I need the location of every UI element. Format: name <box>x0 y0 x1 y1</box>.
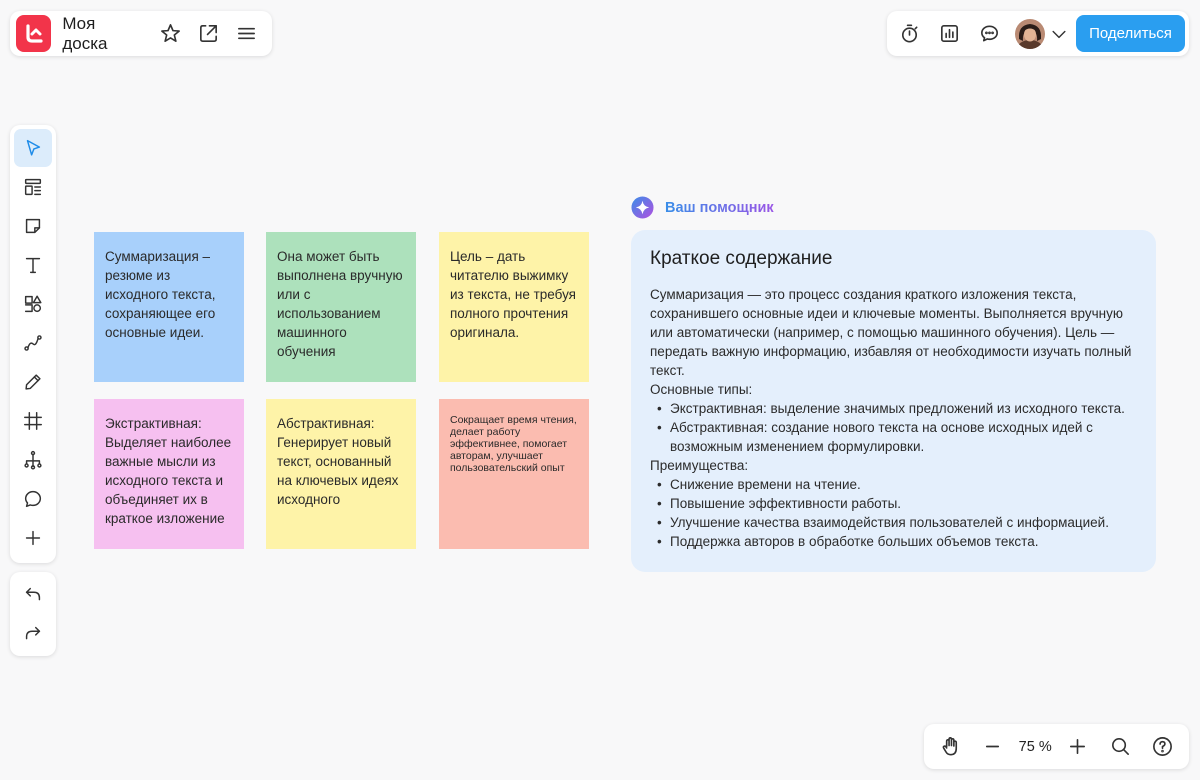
logo-icon[interactable] <box>16 15 52 52</box>
left-toolbar <box>10 125 56 563</box>
list-item: Поддержка авторов в обработке больших об… <box>650 532 1137 551</box>
types-heading: Основные типы: <box>650 382 753 397</box>
sticky-note[interactable]: Экстрактивная: Выделяет наиболее важные … <box>94 399 244 549</box>
star-icon[interactable] <box>151 14 189 54</box>
undo-icon[interactable] <box>14 576 52 614</box>
sticky-note[interactable]: Цель – дать читателю выжимку из текста, … <box>439 232 589 382</box>
pen-icon[interactable] <box>14 363 52 401</box>
frame-icon[interactable] <box>14 402 52 440</box>
list-item: Экстрактивная: выделение значимых предло… <box>650 399 1137 418</box>
chevron-down-icon[interactable] <box>1045 14 1073 54</box>
mindmap-icon[interactable] <box>14 441 52 479</box>
advantages-list: Снижение времени на чтение. Повышение эф… <box>650 475 1137 551</box>
hand-icon[interactable] <box>930 727 970 767</box>
chart-icon[interactable] <box>929 14 969 54</box>
shapes-icon[interactable] <box>14 285 52 323</box>
text-icon[interactable] <box>14 246 52 284</box>
sticky-note-icon[interactable] <box>14 207 52 245</box>
avatar[interactable] <box>1015 18 1045 49</box>
menu-icon[interactable] <box>228 14 266 54</box>
select-icon[interactable] <box>14 128 52 167</box>
share-button[interactable]: Поделиться <box>1076 15 1185 52</box>
list-item: Абстрактивная: создание нового текста на… <box>650 418 1137 456</box>
export-icon[interactable] <box>190 14 228 54</box>
zoom-in-icon[interactable] <box>1058 727 1098 767</box>
board-bar: Моя доска <box>10 11 272 56</box>
top-right-bar: Поделиться <box>887 11 1189 56</box>
plus-icon[interactable] <box>14 519 52 557</box>
sticky-note[interactable]: Сокращает время чтения, делает работу эф… <box>439 399 589 549</box>
board-title[interactable]: Моя доска <box>62 14 141 54</box>
list-item: Улучшение качества взаимодействия пользо… <box>650 513 1137 532</box>
zoom-level[interactable]: 75 % <box>1015 739 1055 755</box>
assistant-label[interactable]: Ваш помощник <box>631 196 774 219</box>
summary-title: Краткое содержание <box>650 248 833 269</box>
assistant-label-text: Ваш помощник <box>665 199 774 216</box>
comment-icon[interactable] <box>14 480 52 518</box>
sparkle-icon <box>631 196 654 219</box>
list-item: Повышение эффективности работы. <box>650 494 1137 513</box>
sticky-note[interactable]: Абстрактивная: Генерирует новый текст, о… <box>266 399 416 549</box>
sticky-note[interactable]: Она может быть выполнена вручную или с и… <box>266 232 416 382</box>
templates-icon[interactable] <box>14 168 52 206</box>
list-item: Снижение времени на чтение. <box>650 475 1137 494</box>
summary-card[interactable]: Краткое содержание Суммаризация — это пр… <box>631 230 1156 572</box>
advantages-heading: Преимущества: <box>650 458 749 473</box>
zoom-bar: 75 % <box>924 724 1189 769</box>
search-icon[interactable] <box>1100 727 1140 767</box>
summary-body: Суммаризация — это процесс создания крат… <box>650 285 1137 551</box>
redo-icon[interactable] <box>14 615 52 653</box>
sticky-note[interactable]: Суммаризация – резюме из исходного текст… <box>94 232 244 382</box>
zoom-out-icon[interactable] <box>973 727 1013 767</box>
timer-icon[interactable] <box>889 14 929 54</box>
summary-intro: Суммаризация — это процесс создания крат… <box>650 287 1132 378</box>
types-list: Экстрактивная: выделение значимых предло… <box>650 399 1137 456</box>
connector-icon[interactable] <box>14 324 52 362</box>
chat-icon[interactable] <box>969 14 1009 54</box>
help-icon[interactable] <box>1143 727 1183 767</box>
history-toolbar <box>10 572 56 656</box>
